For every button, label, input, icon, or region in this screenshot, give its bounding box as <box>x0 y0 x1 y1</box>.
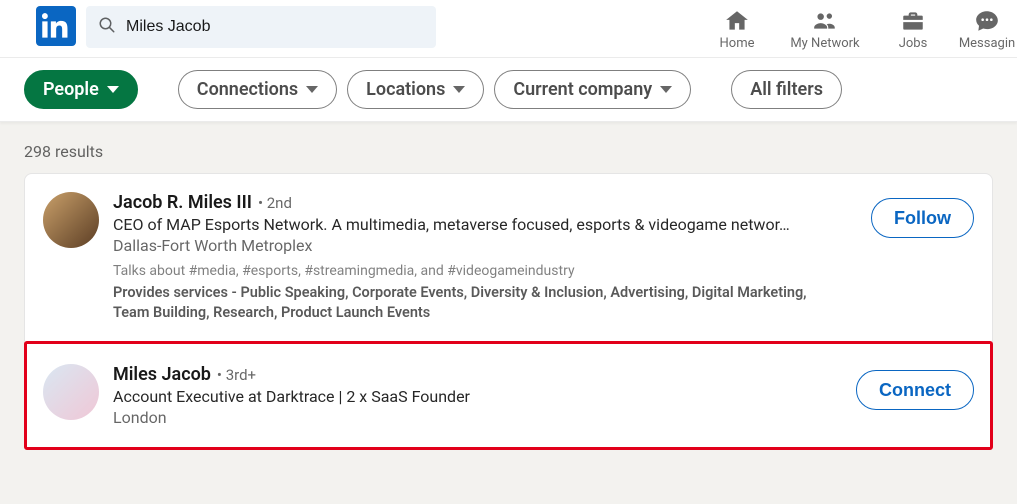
result-degree: 2nd <box>258 194 292 212</box>
result-row[interactable]: Jacob R. Miles III 2nd CEO of MAP Esport… <box>25 174 992 336</box>
result-info: Miles Jacob 3rd+ Account Executive at Da… <box>113 364 856 427</box>
chevron-down-icon <box>660 86 672 93</box>
avatar[interactable] <box>43 364 99 420</box>
search-input[interactable] <box>126 18 424 36</box>
avatar[interactable] <box>43 192 99 248</box>
briefcase-icon <box>869 8 957 34</box>
results-count: 298 results <box>24 142 993 161</box>
result-degree: 3rd+ <box>217 366 256 384</box>
people-icon <box>781 8 869 34</box>
result-location: Dallas-Fort Worth Metroplex <box>113 236 871 255</box>
result-name[interactable]: Miles Jacob <box>113 364 211 385</box>
search-results-region: 298 results Jacob R. Miles III 2nd CEO o… <box>0 122 1017 450</box>
filter-people[interactable]: People <box>24 70 138 109</box>
result-row[interactable]: Miles Jacob 3rd+ Account Executive at Da… <box>25 342 992 449</box>
result-talks-about: Talks about #media, #esports, #streaming… <box>113 263 871 279</box>
filter-locations-label: Locations <box>366 79 445 100</box>
nav-jobs[interactable]: Jobs <box>869 6 957 51</box>
filter-all[interactable]: All filters <box>731 70 842 109</box>
home-icon <box>693 8 781 34</box>
filter-locations[interactable]: Locations <box>347 70 484 109</box>
result-headline: Account Executive at Darktrace | 2 x Saa… <box>113 387 833 406</box>
message-icon <box>957 8 1017 34</box>
result-headline: CEO of MAP Esports Network. A multimedia… <box>113 215 833 234</box>
filter-connections-label: Connections <box>197 79 298 100</box>
nav-jobs-label: Jobs <box>899 36 928 51</box>
filter-people-label: People <box>43 79 99 100</box>
linkedin-logo[interactable] <box>36 6 76 46</box>
follow-button[interactable]: Follow <box>871 198 974 238</box>
nav-network-label: My Network <box>790 36 859 51</box>
filter-all-label: All filters <box>750 79 823 100</box>
chevron-down-icon <box>306 86 318 93</box>
results-card: Jacob R. Miles III 2nd CEO of MAP Esport… <box>24 173 993 450</box>
filter-company-label: Current company <box>513 79 652 100</box>
nav-home-label: Home <box>720 36 755 51</box>
search-icon <box>98 16 126 38</box>
nav-home[interactable]: Home <box>693 6 781 51</box>
result-info: Jacob R. Miles III 2nd CEO of MAP Esport… <box>113 192 871 322</box>
nav-messaging[interactable]: Messagin <box>957 6 1017 51</box>
chevron-down-icon <box>453 86 465 93</box>
nav-messaging-label: Messagin <box>959 36 1015 51</box>
chevron-down-icon <box>107 86 119 93</box>
search-box[interactable] <box>86 6 436 48</box>
filter-connections[interactable]: Connections <box>178 70 337 109</box>
nav-network[interactable]: My Network <box>781 6 869 51</box>
filter-company[interactable]: Current company <box>494 70 691 109</box>
connect-button[interactable]: Connect <box>856 370 974 410</box>
result-name[interactable]: Jacob R. Miles III <box>113 192 252 213</box>
filter-bar: People Connections Locations Current com… <box>0 58 1017 122</box>
top-navbar: Home My Network Jobs Messagin <box>0 0 1017 58</box>
result-location: London <box>113 408 856 427</box>
result-services: Provides services - Public Speaking, Cor… <box>113 283 833 322</box>
